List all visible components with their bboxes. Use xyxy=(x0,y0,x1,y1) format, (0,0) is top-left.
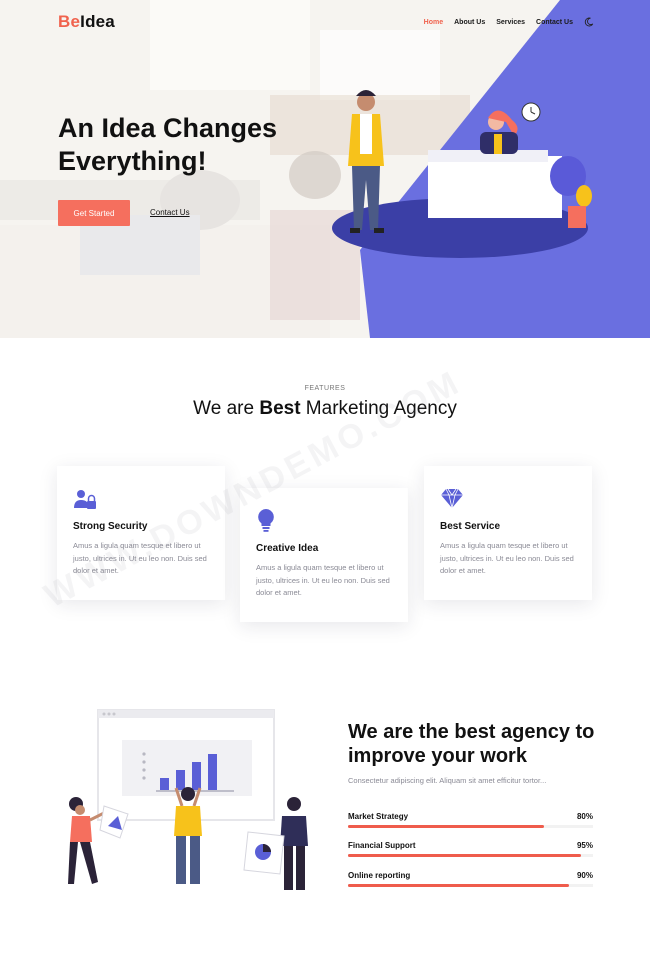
feature-card-title: Best Service xyxy=(440,521,501,532)
logo-accent: Be xyxy=(58,12,81,31)
skill-fill xyxy=(348,854,581,857)
skill-financial-support: Financial Support 95% xyxy=(348,841,593,861)
moon-icon[interactable] xyxy=(584,17,594,27)
nav-item-services[interactable]: Services xyxy=(496,19,525,26)
about-subtitle: Consectetur adipiscing elit. Aliquam sit… xyxy=(348,776,547,785)
hero-title: An Idea Changes Everything! xyxy=(58,113,278,176)
skill-online-reporting: Online reporting 90% xyxy=(348,871,593,891)
nav-item-contact-us[interactable]: Contact Us xyxy=(536,19,573,26)
skill-percent: 80% xyxy=(576,812,593,821)
features-title-bold: Best xyxy=(259,398,301,419)
features-eyebrow: FEATURES xyxy=(304,385,346,392)
main-nav: Home About Us Services Contact Us xyxy=(424,17,594,27)
logo-text: Idea xyxy=(80,12,115,31)
feature-card-text: Amus a ligula quam tesque et libero ut j… xyxy=(73,541,207,575)
skill-market-strategy: Market Strategy 80% xyxy=(348,812,593,832)
hero-section: BeIdea Home About Us Services Contact Us… xyxy=(0,0,650,338)
skill-label: Financial Support xyxy=(348,841,416,850)
feature-card-title: Creative Idea xyxy=(256,543,319,554)
feature-card-security: Strong Security Amus a ligula quam tesqu… xyxy=(57,466,225,600)
hero-illustration xyxy=(332,90,592,258)
team-illustration xyxy=(68,709,308,890)
lightbulb-icon xyxy=(258,509,274,532)
feature-card-creative: Creative Idea Amus a ligula quam tesque … xyxy=(240,488,408,622)
skill-fill xyxy=(348,825,544,828)
feature-card-text: Amus a ligula quam tesque et libero ut j… xyxy=(440,541,574,575)
contact-us-link[interactable]: Contact Us xyxy=(150,208,190,217)
about-title: We are the best agency to improve your w… xyxy=(348,720,608,768)
user-lock-icon xyxy=(74,490,96,509)
feature-card-text: Amus a ligula quam tesque et libero ut j… xyxy=(256,563,390,597)
skill-label: Online reporting xyxy=(348,871,411,880)
skill-track xyxy=(348,854,593,857)
features-title: We are Best Marketing Agency xyxy=(0,397,650,421)
about-title-bold: We are xyxy=(348,721,414,743)
diamond-icon xyxy=(441,488,463,509)
skill-percent: 90% xyxy=(576,871,593,880)
feature-card-service: Best Service Amus a ligula quam tesque e… xyxy=(424,466,592,600)
nav-item-about-us[interactable]: About Us xyxy=(454,19,485,26)
navbar: BeIdea Home About Us Services Contact Us xyxy=(0,0,650,44)
skill-track xyxy=(348,884,593,887)
skill-percent: 95% xyxy=(576,841,593,850)
features-title-suffix: Marketing Agency xyxy=(300,398,457,419)
features-title-prefix: We are xyxy=(193,398,260,419)
skill-track xyxy=(348,825,593,828)
feature-card-title: Strong Security xyxy=(73,521,148,532)
logo[interactable]: BeIdea xyxy=(58,12,115,32)
skill-fill xyxy=(348,884,569,887)
skill-label: Market Strategy xyxy=(348,812,409,821)
nav-item-home[interactable]: Home xyxy=(424,19,443,26)
get-started-button[interactable]: Get Started xyxy=(58,200,130,226)
